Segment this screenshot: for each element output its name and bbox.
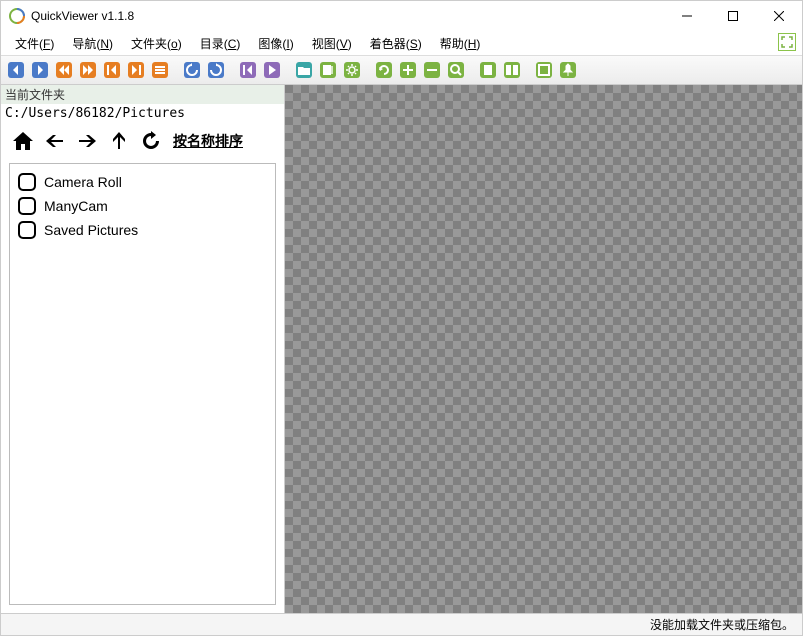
maximize-button[interactable] [710,1,756,31]
nav-back-button[interactable] [41,127,69,155]
next-button[interactable] [29,59,51,81]
bookmark-list-button[interactable] [149,59,171,81]
folder-item[interactable]: Camera Roll [14,170,271,194]
single-page-button[interactable] [477,59,499,81]
content-area: 当前文件夹 C:/Users/86182/Pictures 按名称排序 Came… [1,85,802,613]
slideshow-play-button[interactable] [261,59,283,81]
sidebar-panel-label: 当前文件夹 [1,85,284,104]
folder-nav-row: 按名称排序 [1,123,284,159]
pin-button[interactable] [557,59,579,81]
zoom-out-button[interactable] [421,59,443,81]
titlebar: QuickViewer v1.1.8 [1,1,802,31]
folder-item[interactable]: Saved Pictures [14,218,271,242]
fast-back-button[interactable] [53,59,75,81]
rotate-left-button[interactable] [181,59,203,81]
menu-folder[interactable]: 文件夹(o) [123,33,190,54]
dual-page-button[interactable] [501,59,523,81]
sort-label[interactable]: 按名称排序 [173,131,243,151]
menu-image[interactable]: 图像(I) [250,33,301,54]
close-button[interactable] [756,1,802,31]
status-message: 没能加载文件夹或压缩包。 [650,616,794,633]
zoom-fit-button[interactable] [445,59,467,81]
folder-item[interactable]: ManyCam [14,194,271,218]
statusbar: 没能加载文件夹或压缩包。 [1,613,802,635]
fullscreen-toggle-icon[interactable] [778,33,796,51]
current-path: C:/Users/86182/Pictures [1,104,284,123]
nav-forward-button[interactable] [73,127,101,155]
app-icon [9,8,25,24]
menu-navigation[interactable]: 导航(N) [64,33,121,54]
folder-icon [18,173,36,191]
folder-list: Camera Roll ManyCam Saved Pictures [9,163,276,605]
slideshow-back-button[interactable] [237,59,259,81]
menubar: 文件(F) 导航(N) 文件夹(o) 目录(C) 图像(I) 视图(V) 着色器… [1,31,802,55]
menu-help[interactable]: 帮助(H) [432,33,489,54]
rotate-right-button[interactable] [205,59,227,81]
window-title: QuickViewer v1.1.8 [31,9,664,23]
zoom-in-button[interactable] [397,59,419,81]
window-controls [664,1,802,31]
menu-catalog[interactable]: 目录(C) [192,33,249,54]
last-page-button[interactable] [125,59,147,81]
catalog-button[interactable] [317,59,339,81]
image-viewer[interactable] [285,85,802,613]
folder-name: Saved Pictures [44,222,138,238]
refresh-folder-button[interactable] [137,127,165,155]
folder-name: ManyCam [44,198,108,214]
reload-button[interactable] [373,59,395,81]
sidebar: 当前文件夹 C:/Users/86182/Pictures 按名称排序 Came… [1,85,285,613]
settings-button[interactable] [341,59,363,81]
open-folder-button[interactable] [293,59,315,81]
fullscreen-button[interactable] [533,59,555,81]
toolbar [1,55,802,85]
fast-forward-button[interactable] [77,59,99,81]
prev-button[interactable] [5,59,27,81]
folder-name: Camera Roll [44,174,122,190]
folder-icon [18,197,36,215]
folder-icon [18,221,36,239]
menu-shader[interactable]: 着色器(S) [362,33,430,54]
minimize-button[interactable] [664,1,710,31]
first-page-button[interactable] [101,59,123,81]
nav-up-button[interactable] [105,127,133,155]
home-button[interactable] [9,127,37,155]
menu-file[interactable]: 文件(F) [7,33,62,54]
menu-view[interactable]: 视图(V) [304,33,360,54]
